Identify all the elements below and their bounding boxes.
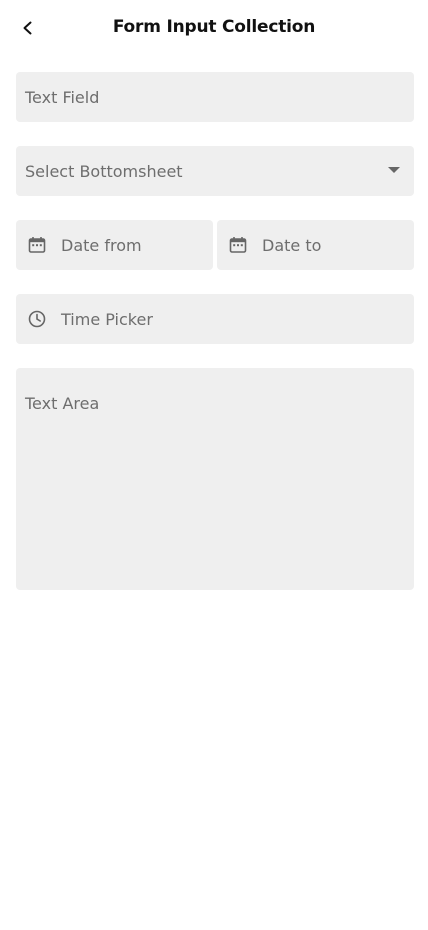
select-bottomsheet-placeholder: Select Bottomsheet <box>25 161 183 181</box>
date-to-placeholder: Date to <box>262 235 322 255</box>
date-to-field[interactable]: Date to <box>217 220 414 270</box>
dropdown-caret-icon <box>388 167 400 173</box>
text-area-input[interactable]: Text Area <box>16 368 414 590</box>
time-picker-field[interactable]: Time Picker <box>16 294 414 344</box>
text-field-input[interactable]: Text Field <box>16 72 414 122</box>
clock-icon <box>28 310 46 328</box>
calendar-icon <box>28 237 46 253</box>
calendar-icon <box>229 237 247 253</box>
page-title: Form Input Collection <box>112 17 316 37</box>
text-field-placeholder: Text Field <box>25 87 100 107</box>
text-area-placeholder: Text Area <box>25 394 100 413</box>
time-picker-placeholder: Time Picker <box>61 309 153 329</box>
app-bar: Form Input Collection <box>0 0 428 56</box>
date-from-placeholder: Date from <box>61 235 142 255</box>
date-from-field[interactable]: Date from <box>16 220 213 270</box>
select-bottomsheet-field[interactable]: Select Bottomsheet <box>16 146 414 196</box>
